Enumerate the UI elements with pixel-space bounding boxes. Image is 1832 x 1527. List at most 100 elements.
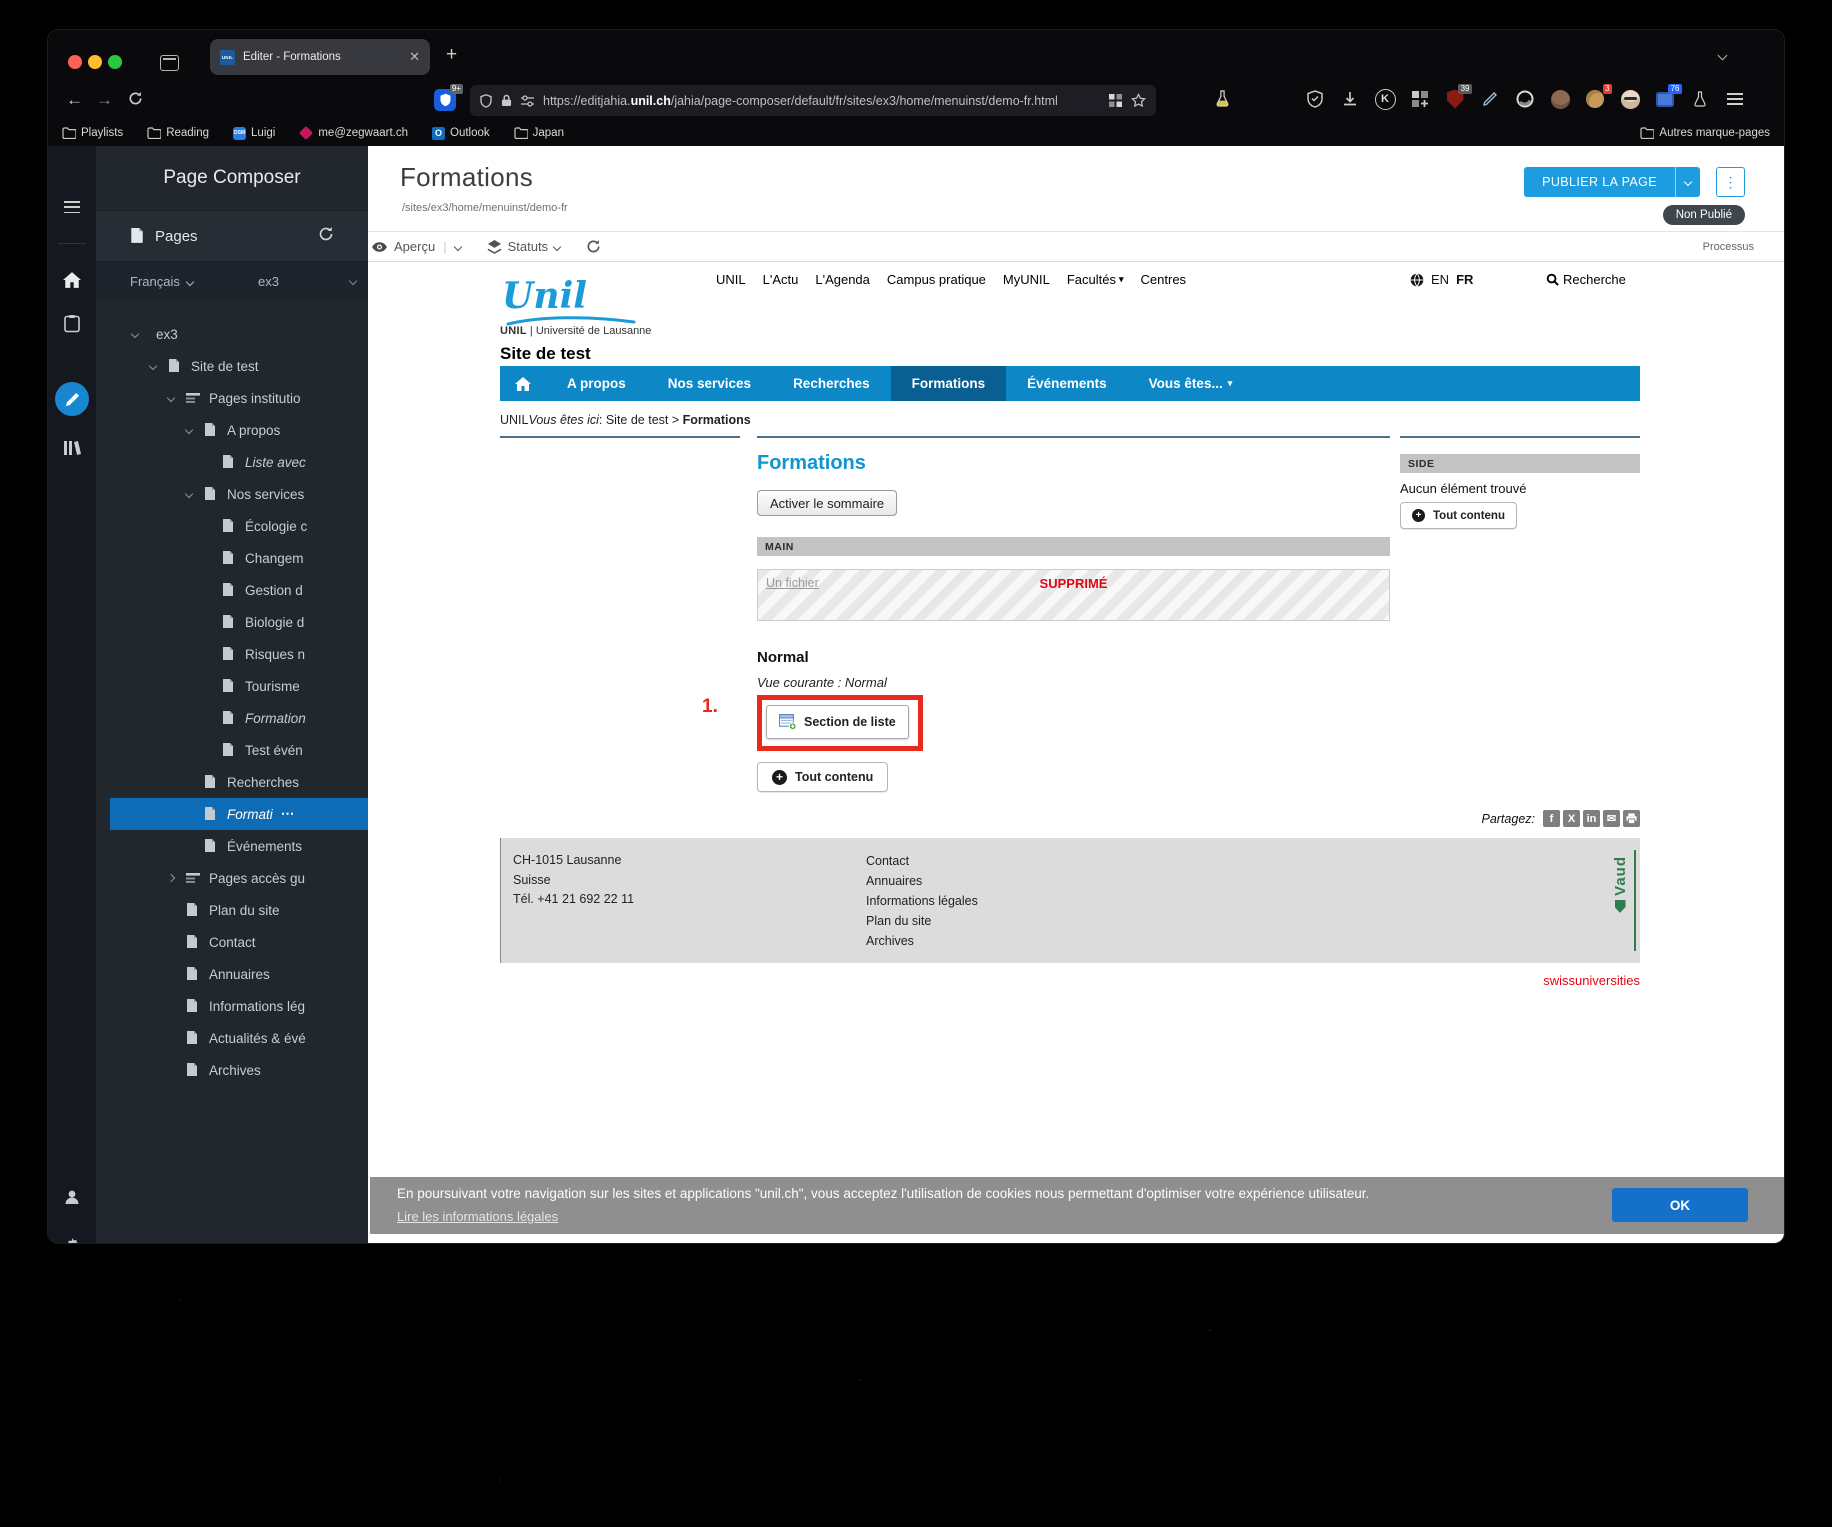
reload-button[interactable] — [128, 91, 143, 111]
collapse-icon[interactable] — [184, 425, 204, 435]
tree-item[interactable]: ex3 — [96, 318, 368, 350]
activate-summary-button[interactable]: Activer le sommaire — [757, 490, 898, 516]
tree-item[interactable]: Pages institutio — [96, 382, 368, 414]
main-nav-item[interactable]: Formations — [890, 366, 1007, 401]
unil-logo[interactable]: Unil — [502, 278, 587, 314]
kagi-icon[interactable]: K — [1374, 88, 1396, 110]
share-mail-icon[interactable]: ✉ — [1603, 810, 1620, 827]
tree-item[interactable]: Contact — [96, 926, 368, 958]
bookmark-item[interactable]: O Outlook — [432, 126, 490, 140]
main-nav-item[interactable]: Vous êtes... ▾ — [1128, 366, 1254, 401]
footer-link[interactable]: Annuaires — [866, 871, 978, 891]
url-text[interactable]: https://editjahia.unil.ch/jahia/page-com… — [543, 94, 1100, 108]
lang-en[interactable]: EN — [1431, 272, 1449, 287]
tree-item[interactable]: Archives — [96, 1054, 368, 1086]
cookie-legal-link[interactable]: Lire les informations légales — [397, 1209, 558, 1224]
flask-extension-icon[interactable] — [1216, 90, 1229, 112]
more-actions-button[interactable]: ⋮ — [1716, 167, 1745, 197]
footer-link[interactable]: Informations légales — [866, 891, 978, 911]
tree-item[interactable]: Événements — [96, 830, 368, 862]
nav-home-icon[interactable] — [500, 366, 546, 401]
lang-fr[interactable]: FR — [1456, 272, 1473, 287]
main-nav-item[interactable]: Nos services — [647, 366, 772, 401]
rail-tasks-icon[interactable] — [48, 314, 96, 333]
top-nav-item[interactable]: Centres — [1141, 272, 1187, 287]
bookmark-star-icon[interactable] — [1131, 93, 1146, 108]
collapse-icon[interactable] — [148, 361, 168, 371]
flask2-icon[interactable] — [1689, 88, 1711, 110]
lock-icon[interactable] — [501, 94, 512, 107]
refresh-preview-button[interactable] — [586, 239, 601, 254]
top-nav-item[interactable]: Campus pratique — [887, 272, 986, 287]
bookmark-item[interactable]: Playlists — [62, 127, 123, 139]
statuses-button[interactable]: Statuts — [487, 239, 562, 254]
container-grid-icon[interactable] — [1109, 94, 1122, 107]
rail-home-icon[interactable] — [48, 272, 96, 288]
tree-item[interactable]: Biologie d — [96, 606, 368, 638]
tree-item[interactable]: Recherches — [96, 766, 368, 798]
minimize-window-button[interactable] — [88, 55, 102, 69]
tree-item[interactable]: Formation — [96, 702, 368, 734]
cookie-ok-button[interactable]: OK — [1612, 1188, 1748, 1222]
share-x-icon[interactable]: X — [1563, 810, 1580, 827]
rail-library-icon[interactable] — [48, 440, 96, 456]
collapse-icon[interactable] — [130, 329, 150, 339]
site-selector-chevron-icon[interactable] — [348, 276, 358, 286]
tree-item[interactable]: Site de test — [96, 350, 368, 382]
main-nav-item[interactable]: Recherches — [772, 366, 891, 401]
share-facebook-icon[interactable]: f — [1543, 810, 1560, 827]
ublock-icon[interactable]: 39 — [1444, 84, 1472, 110]
avatar2-icon[interactable] — [1619, 88, 1641, 110]
rail-settings-gear-icon[interactable] — [48, 1238, 96, 1243]
firefox-view-icon[interactable] — [160, 55, 179, 71]
list-all-tabs-icon[interactable] — [1717, 50, 1728, 61]
top-nav-item[interactable]: L'Agenda — [815, 272, 870, 287]
tree-item[interactable]: Changem — [96, 542, 368, 574]
footer-link[interactable]: Archives — [866, 931, 978, 951]
back-button[interactable]: ← — [66, 90, 83, 110]
pages-panel-header[interactable]: Pages — [96, 210, 368, 262]
publish-page-button[interactable]: PUBLIER LA PAGE — [1524, 167, 1675, 197]
side-all-content-button[interactable]: + Tout contenu — [1400, 502, 1517, 529]
site-selector[interactable]: ex3 — [258, 274, 279, 289]
tree-item[interactable]: Gestion d — [96, 574, 368, 606]
password-manager-extension-icon[interactable]: 9+ — [434, 84, 463, 111]
statuses-dropdown-icon[interactable] — [552, 242, 562, 251]
preview-dropdown-icon[interactable] — [453, 242, 462, 251]
shield-check-icon[interactable] — [1304, 88, 1326, 110]
tree-item[interactable]: Formati ⋯ — [110, 798, 368, 830]
all-content-button[interactable]: + Tout contenu — [757, 762, 889, 792]
tree-item[interactable]: Pages accès gu — [96, 862, 368, 894]
menu-icon[interactable] — [1724, 88, 1746, 110]
monitor-icon[interactable]: 76 — [1654, 84, 1682, 110]
tree-item-more-icon[interactable]: ⋯ — [281, 806, 296, 822]
close-window-button[interactable] — [68, 55, 82, 69]
rail-page-composer-icon[interactable] — [48, 382, 96, 416]
permissions-icon[interactable] — [521, 94, 534, 107]
tree-item[interactable]: Actualités & évé — [96, 1022, 368, 1054]
tree-item[interactable]: Écologie c — [96, 510, 368, 542]
main-nav-item[interactable]: Événements — [1006, 366, 1128, 401]
new-tab-button[interactable]: + — [446, 45, 457, 64]
bookmark-item[interactable]: me@zegwaart.ch — [299, 125, 408, 141]
tree-item[interactable]: Nos services — [96, 478, 368, 510]
bookmark-item[interactable]: Reading — [147, 127, 209, 139]
pen-icon[interactable] — [1479, 88, 1501, 110]
cookie-icon[interactable]: 3 — [1584, 84, 1612, 110]
tree-item[interactable]: Liste avec — [96, 446, 368, 478]
url-bar[interactable]: https://editjahia.unil.ch/jahia/page-com… — [470, 85, 1156, 116]
tree-item[interactable]: Informations lég — [96, 990, 368, 1022]
top-nav-item[interactable]: UNIL — [716, 272, 746, 287]
tree-item[interactable]: A propos — [96, 414, 368, 446]
rail-account-icon[interactable] — [48, 1188, 96, 1206]
bookmark-item[interactable]: DSM Luigi — [233, 126, 275, 140]
footer-link[interactable]: Plan du site — [866, 911, 978, 931]
footer-link[interactable]: Contact — [866, 851, 978, 871]
browser-tab[interactable]: UNIL Editer - Formations ✕ — [210, 39, 430, 75]
tree-item[interactable]: Tourisme — [96, 670, 368, 702]
process-label[interactable]: Processus — [1703, 241, 1754, 253]
share-print-icon[interactable] — [1623, 810, 1640, 827]
tree-item[interactable]: Test évén — [96, 734, 368, 766]
download-icon[interactable] — [1339, 88, 1361, 110]
forward-button[interactable]: → — [96, 90, 113, 110]
